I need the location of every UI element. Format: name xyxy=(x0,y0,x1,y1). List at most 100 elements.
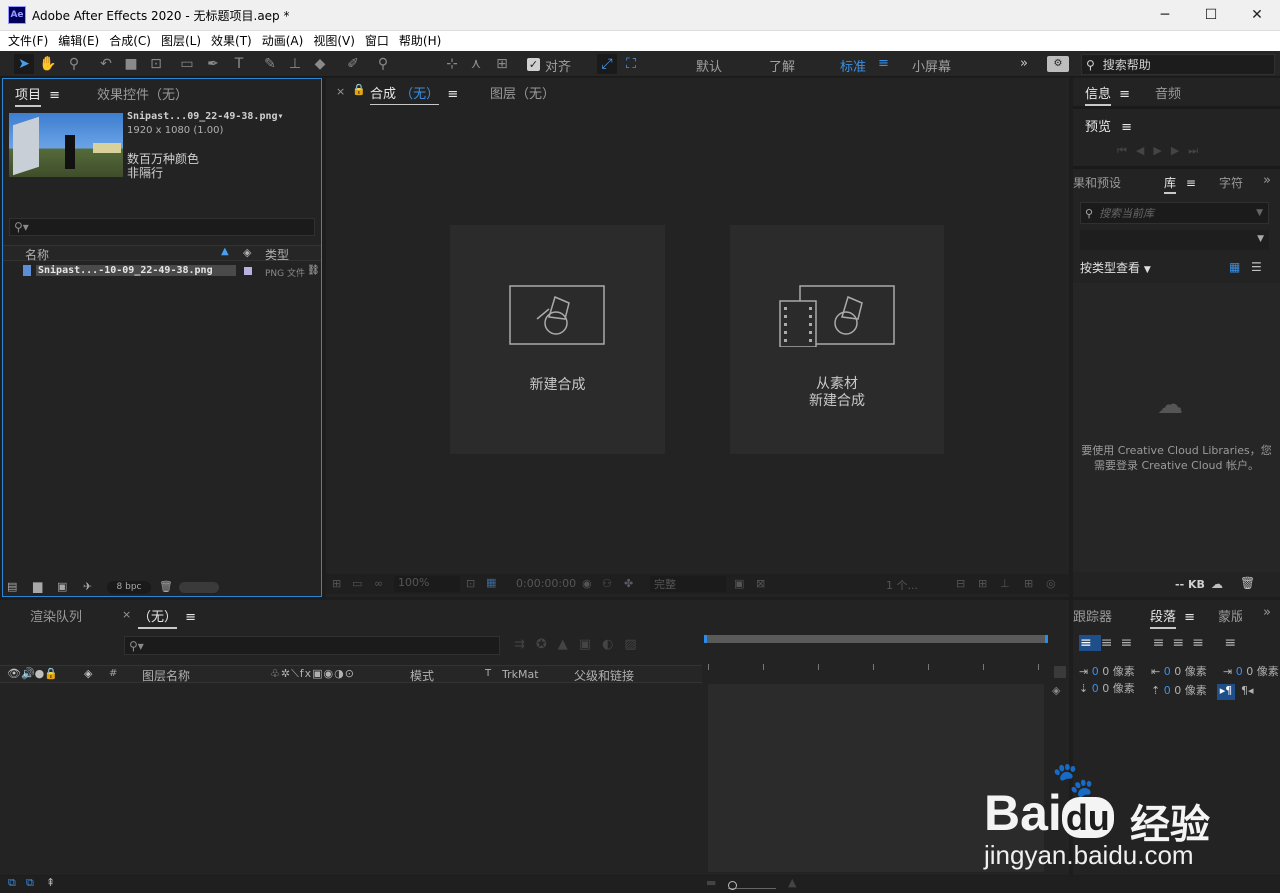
panel-overflow-icon[interactable]: » xyxy=(1263,173,1271,188)
menu-effect[interactable]: 效果(T) xyxy=(206,31,257,51)
comp-button-icon[interactable]: ◈ xyxy=(1052,684,1060,697)
bpc-button[interactable]: 8 bpc xyxy=(107,581,151,594)
snap-checkbox[interactable]: ✓ xyxy=(527,58,540,71)
footage-name[interactable]: Snipast...09_22-49-38.png▾ xyxy=(127,111,284,122)
views-dropdown[interactable]: 1 个... xyxy=(886,577,918,593)
menu-help[interactable]: 帮助(H) xyxy=(394,31,446,51)
maximize-button[interactable]: ☐ xyxy=(1188,0,1234,31)
menu-animation[interactable]: 动画(A) xyxy=(257,31,309,51)
col-name[interactable]: 名称 xyxy=(25,246,49,263)
layer-switches-icons[interactable]: ♧✲⟍fx▣◉◑⊙ xyxy=(270,667,355,681)
monitor-icon[interactable]: ▭ xyxy=(352,577,362,590)
chevron-down-icon[interactable]: ▼ xyxy=(1256,208,1263,218)
indent-first-line-field[interactable]: ⇥ 0 0 像素 xyxy=(1223,663,1279,679)
layer-switches-toggle-icon[interactable]: ⧉ xyxy=(8,876,16,890)
align-right-icon[interactable]: ≡ xyxy=(1120,635,1140,651)
justify-last-left-icon[interactable]: ≡ xyxy=(1153,635,1173,651)
list-view-icon[interactable]: ☰ xyxy=(1251,260,1262,274)
zoom-in-icon[interactable]: ▲ xyxy=(788,876,796,889)
project-search-input[interactable]: ⚲▾ xyxy=(9,218,315,236)
puppet-pin-tool-icon[interactable]: ⚲ xyxy=(373,54,393,74)
new-folder-icon[interactable]: ▆ xyxy=(33,579,42,593)
region-of-interest-icon[interactable]: ▣ xyxy=(734,577,744,590)
align-left-icon[interactable]: ≡ xyxy=(1079,635,1101,651)
camera-tool-icon[interactable]: ■ xyxy=(121,54,141,74)
mask-visibility-icon[interactable]: ∞ xyxy=(374,577,383,590)
zoom-dropdown[interactable]: 100% xyxy=(394,576,460,592)
justify-last-right-icon[interactable]: ≡ xyxy=(1192,635,1212,651)
render-icon[interactable]: ✈ xyxy=(83,580,92,593)
toggle-transparency-icon[interactable]: ⊠ xyxy=(756,577,765,590)
alignment-buttons[interactable]: ≡≡≡ ≡≡≡ ≡ xyxy=(1079,635,1244,651)
tab-tracker[interactable]: 跟踪器 xyxy=(1073,606,1117,625)
show-snapshot-icon[interactable]: ⚇ xyxy=(602,577,612,590)
timeline-search-input[interactable]: ⚲▾ xyxy=(124,636,500,655)
indent-left-field[interactable]: ⇥ 0 0 像素 xyxy=(1079,663,1135,679)
col-type[interactable]: 类型 xyxy=(265,246,289,263)
timeline-icon[interactable]: ⊞ xyxy=(978,577,987,590)
resolution-dropdown[interactable]: 完整 xyxy=(650,576,726,592)
new-comp-from-footage-card[interactable]: 从素材 新建合成 xyxy=(730,225,944,454)
tab-audio[interactable]: 音频 xyxy=(1155,83,1181,102)
comp-flowchart-icon[interactable]: ⊞ xyxy=(1024,577,1033,590)
ltr-direction-icon[interactable]: ▸¶ xyxy=(1217,684,1235,700)
col-layer-name[interactable]: 图层名称 xyxy=(142,667,190,684)
trash-icon[interactable]: 🗑 xyxy=(159,580,173,593)
preview-controls[interactable]: ⏮◀▶▶⏭ xyxy=(1117,144,1207,158)
grid-view-icon[interactable]: ▦ xyxy=(1229,260,1240,274)
work-area-bar[interactable] xyxy=(704,635,1048,643)
selection-tool-icon[interactable]: ➤ xyxy=(14,54,34,74)
roto-brush-tool-icon[interactable]: ✐ xyxy=(343,54,363,74)
world-axis-icon[interactable]: ⋏ xyxy=(466,54,486,74)
interpret-footage-icon[interactable]: ▤ xyxy=(7,580,17,593)
trash-icon[interactable]: 🗑 xyxy=(1240,576,1255,590)
av-features-icons[interactable]: 👁🔊●🔒 xyxy=(7,667,58,680)
cloud-sync-icon[interactable]: ☁ xyxy=(1211,577,1223,591)
zoom-tool-icon[interactable]: ⚲ xyxy=(64,54,84,74)
col-preserve-transparency[interactable]: T xyxy=(485,668,491,679)
col-trkmat[interactable]: TrkMat xyxy=(502,668,539,681)
space-before-field[interactable]: ⇣ 0 0 像素 xyxy=(1079,680,1135,696)
reset-exposure-icon[interactable]: ◎ xyxy=(1046,577,1056,590)
lock-icon[interactable]: 🔒 xyxy=(352,83,366,96)
snapshot-icon[interactable]: ◉ xyxy=(582,577,592,590)
pen-tool-icon[interactable]: ✒ xyxy=(203,54,223,74)
always-preview-icon[interactable]: ⊞ xyxy=(332,577,341,590)
sort-arrow-icon[interactable]: ▲ xyxy=(221,246,229,257)
local-axis-icon[interactable]: ⊹ xyxy=(442,54,462,74)
close-button[interactable]: ✕ xyxy=(1234,0,1280,31)
preview-panel-title[interactable]: 预览 ≡ xyxy=(1085,116,1132,135)
tab-effects-presets[interactable]: 果和预设 xyxy=(1073,174,1121,191)
label-color-swatch[interactable] xyxy=(244,267,252,275)
snap-edges-icon[interactable]: ⤢ xyxy=(597,54,617,74)
workspace-menu-icon[interactable]: ≡ xyxy=(878,56,889,71)
label-tag-icon[interactable]: ◈ xyxy=(243,246,251,259)
panel-overflow-icon[interactable]: » xyxy=(1263,605,1271,620)
table-row[interactable]: Snipast...-10-09_22-49-38.png PNG 文件 ⛓ xyxy=(3,264,321,281)
timecode-display[interactable]: 0:00:00:00 xyxy=(516,577,576,590)
workspace-learn[interactable]: 了解 xyxy=(769,56,795,75)
library-dropdown[interactable]: ▼ xyxy=(1080,230,1269,250)
tab-mask[interactable]: 蒙版 xyxy=(1218,606,1242,625)
hand-tool-icon[interactable]: ✋ xyxy=(38,54,58,74)
view-by-type-dropdown[interactable]: 按类型查看 ▼ xyxy=(1080,259,1151,276)
workspace-small-screen[interactable]: 小屏幕 xyxy=(912,56,951,75)
close-tab-icon[interactable]: × xyxy=(122,608,131,621)
channel-icon[interactable]: ✤ xyxy=(624,577,633,590)
transfer-controls-toggle-icon[interactable]: ⧉ xyxy=(26,876,34,890)
sync-settings-icon[interactable]: ⚙ xyxy=(1047,56,1069,72)
minimize-button[interactable]: ─ xyxy=(1142,0,1188,31)
fast-preview-icon[interactable]: ⊟ xyxy=(956,577,965,590)
col-parent[interactable]: 父级和链接 xyxy=(574,667,634,684)
menu-composition[interactable]: 合成(C) xyxy=(104,31,156,51)
view-axis-icon[interactable]: ⊞ xyxy=(492,54,512,74)
indent-right-field[interactable]: ⇤ 0 0 像素 xyxy=(1151,663,1207,679)
workspace-default[interactable]: 默认 xyxy=(696,56,722,75)
col-number[interactable]: # xyxy=(109,668,117,679)
menu-window[interactable]: 窗口 xyxy=(360,31,394,51)
timeline-tracks-area[interactable] xyxy=(708,684,1044,872)
tab-project[interactable]: 项目 ≡ xyxy=(15,84,60,107)
justify-all-icon[interactable]: ≡ xyxy=(1224,635,1244,651)
new-comp-icon[interactable]: ▣ xyxy=(57,580,67,593)
eraser-tool-icon[interactable]: ◆ xyxy=(310,54,330,74)
